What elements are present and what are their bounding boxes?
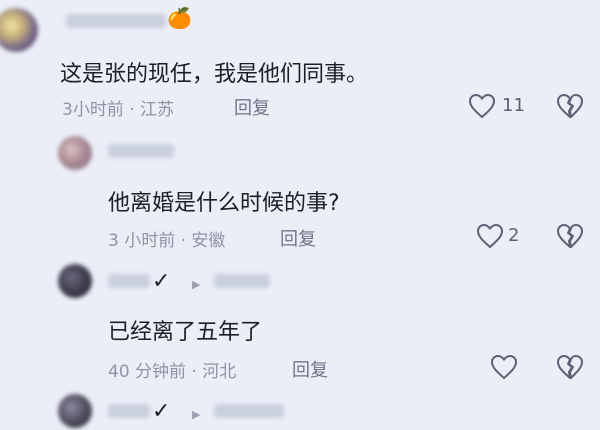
comment-text: 已经离了五年了 — [108, 320, 263, 345]
comment-text: 这是张的现任，我是他们同事。 — [60, 62, 369, 87]
avatar[interactable] — [58, 136, 92, 170]
comment-text: 他离婚是什么时候的事? — [108, 191, 340, 216]
comment-meta: 40 分钟前 · 河北 — [108, 362, 237, 382]
username[interactable] — [108, 274, 150, 288]
reply-button[interactable]: 回复 — [292, 356, 328, 382]
heart-icon[interactable] — [476, 223, 504, 249]
comment-meta: 3小时前 · 江苏 — [62, 100, 175, 120]
reply-to-username[interactable] — [214, 404, 284, 418]
username[interactable] — [66, 14, 166, 28]
like-count: 11 — [502, 95, 525, 116]
avatar[interactable] — [0, 8, 38, 52]
heart-icon[interactable] — [490, 354, 518, 380]
avatar[interactable] — [58, 264, 92, 298]
avatar[interactable] — [58, 394, 92, 428]
broken-heart-icon[interactable] — [556, 354, 584, 380]
reply-arrow-icon: ▶ — [192, 408, 201, 421]
reply-button[interactable]: 回复 — [234, 94, 270, 120]
reply-to-username[interactable] — [214, 274, 270, 288]
reply-button[interactable]: 回复 — [280, 225, 316, 251]
verified-check-icon: ✓ — [152, 269, 171, 294]
badge-emoji: 🍊 — [167, 6, 192, 30]
like-count: 2 — [508, 225, 520, 246]
username[interactable] — [108, 404, 150, 418]
heart-icon[interactable] — [468, 93, 496, 119]
comment-meta: 3 小时前 · 安徽 — [108, 231, 226, 251]
broken-heart-icon[interactable] — [556, 93, 584, 119]
verified-check-icon: ✓ — [152, 399, 171, 424]
username[interactable] — [108, 144, 174, 158]
reply-arrow-icon: ▶ — [192, 278, 201, 291]
broken-heart-icon[interactable] — [556, 223, 584, 249]
